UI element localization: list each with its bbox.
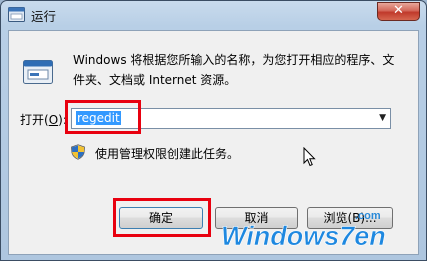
title-bar[interactable]: 运行 ✕ xyxy=(1,1,426,29)
input-highlight-box xyxy=(65,100,141,134)
window-title: 运行 xyxy=(31,9,57,24)
chevron-down-icon[interactable]: ▼ xyxy=(379,113,386,123)
close-button[interactable]: ✕ xyxy=(377,2,420,21)
uac-shield-icon xyxy=(71,144,85,160)
mouse-cursor-icon xyxy=(303,147,316,167)
run-program-icon xyxy=(23,60,53,84)
windows7en-watermark: .com Windows7en xyxy=(221,210,386,251)
dialog-client-area: Windows 将根据您所输入的名称，为您打开相应的程序、文件夹、文档或 Int… xyxy=(8,30,419,255)
run-description: Windows 将根据您所输入的名称，为您打开相应的程序、文件夹、文档或 Int… xyxy=(73,53,395,87)
uac-note: 使用管理权限创建此任务。 xyxy=(95,147,240,161)
open-label: 打开(O): xyxy=(20,113,67,127)
run-app-icon xyxy=(8,7,25,22)
ok-highlight-box xyxy=(113,198,211,237)
run-dialog-window: 运行 ✕ Windows 将根据您所输入的名称，为您打开相应的程序、文件夹、文档… xyxy=(0,0,427,261)
watermark-text: Windows7en xyxy=(221,221,386,251)
